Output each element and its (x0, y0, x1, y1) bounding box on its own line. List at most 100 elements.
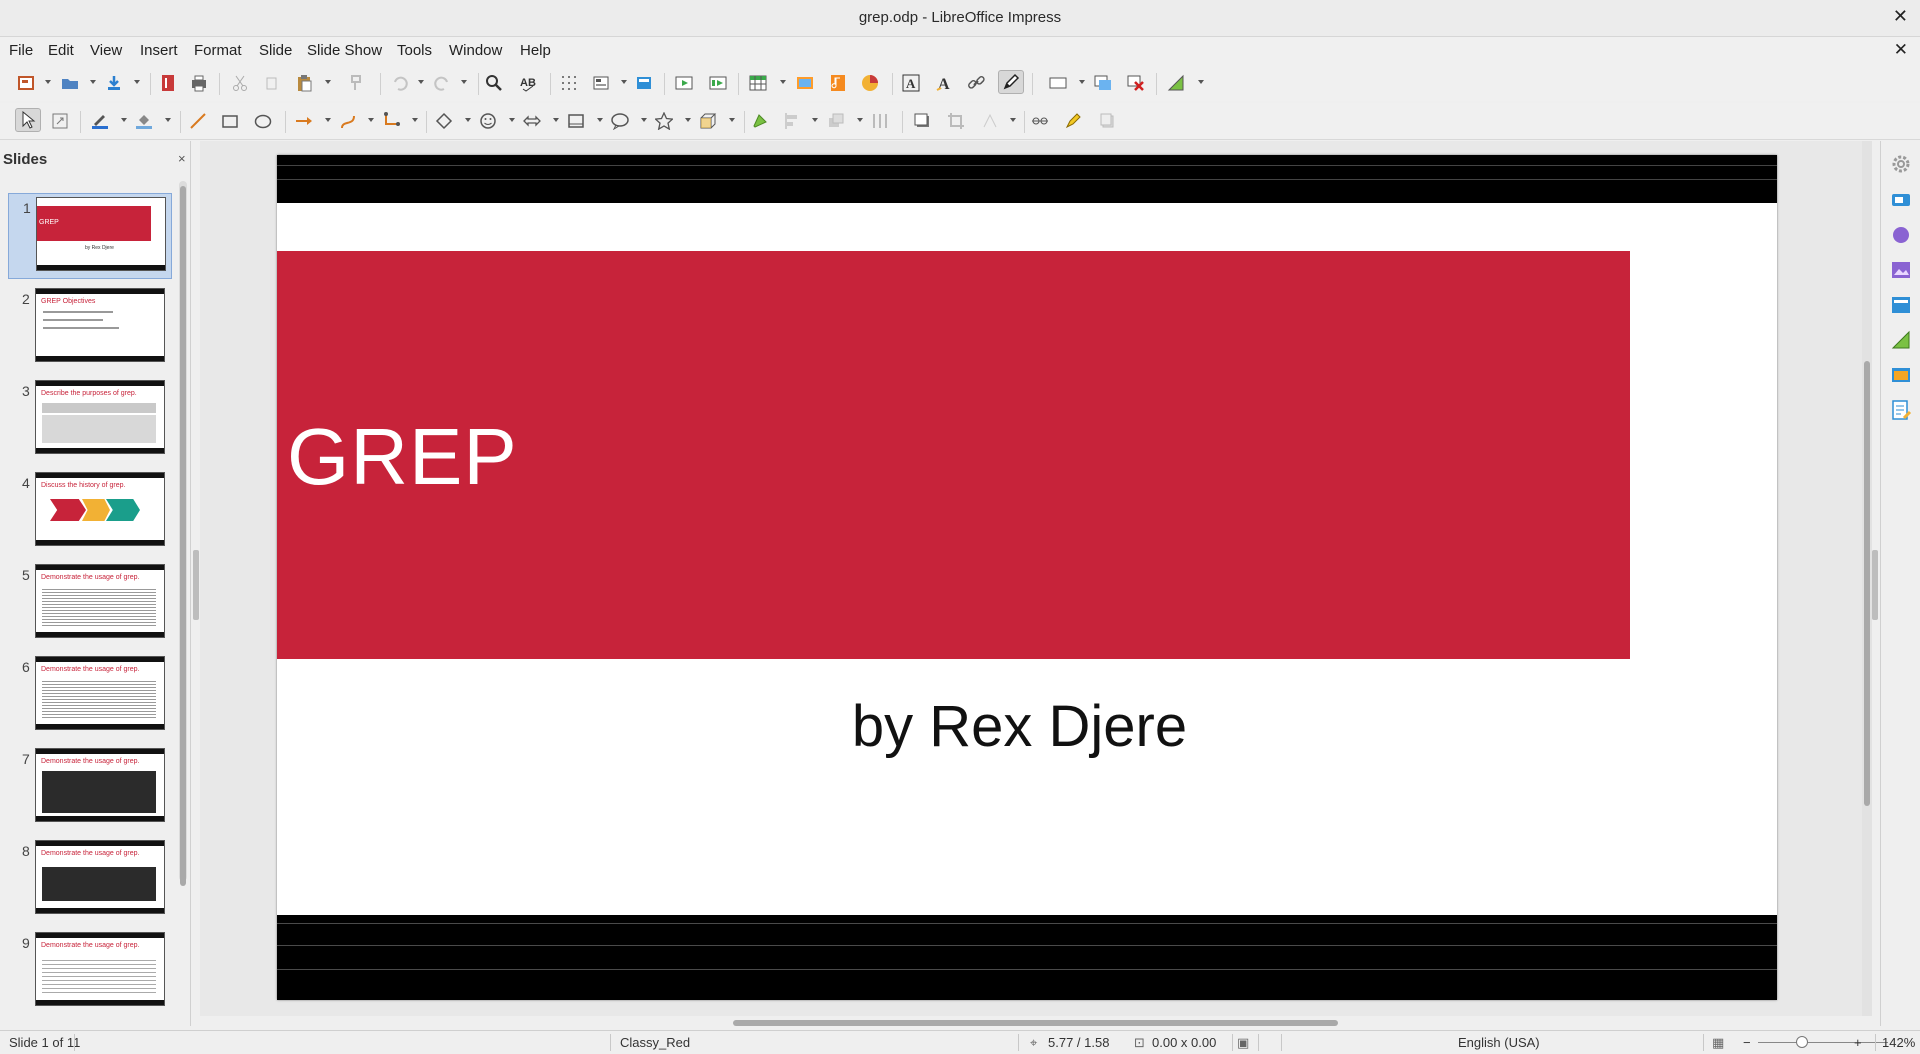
sidebar-collapse-handle[interactable] (1872, 550, 1878, 620)
audio-video-icon[interactable] (826, 72, 850, 94)
slides-pane-scrollbar[interactable] (179, 181, 187, 886)
zoom-level[interactable]: 142% (1882, 1035, 1915, 1050)
text-box-icon[interactable]: A (899, 72, 923, 94)
slide-thumb-6[interactable]: 6 Demonstrate the usage of grep. (8, 653, 170, 737)
grid-icon[interactable] (557, 72, 581, 94)
symbol-shapes-button[interactable] (476, 110, 500, 132)
shadow-icon[interactable] (910, 110, 934, 132)
image-icon[interactable] (793, 72, 817, 94)
table-icon[interactable] (746, 72, 770, 94)
zoom-pan-icon[interactable] (48, 110, 72, 132)
slide-thumb-3[interactable]: 3 Describe the purposes of grep. (8, 377, 170, 461)
menu-view[interactable]: View (90, 42, 122, 59)
slide-thumb-8[interactable]: 8 Demonstrate the usage of grep. (8, 837, 170, 921)
save-button[interactable] (102, 72, 126, 94)
slide-title[interactable]: GREP (287, 411, 518, 503)
spelling-icon[interactable]: AB (516, 72, 540, 94)
select-tool-button[interactable] (15, 108, 41, 132)
line-color-button[interactable] (88, 110, 112, 132)
slide-thumb-5[interactable]: 5 Demonstrate the usage of grep. (8, 561, 170, 645)
zoom-slider[interactable] (1758, 1042, 1888, 1043)
find-replace-icon[interactable] (482, 72, 506, 94)
stars-button[interactable] (652, 110, 676, 132)
slide-title-box[interactable]: GREP (277, 251, 1630, 659)
menu-slide-show[interactable]: Slide Show (307, 42, 382, 59)
ellipse-icon[interactable] (251, 110, 275, 132)
slide-transition-icon[interactable] (1890, 189, 1912, 211)
curves-button[interactable] (336, 110, 360, 132)
print-button[interactable] (187, 72, 211, 94)
line-icon[interactable] (186, 110, 210, 132)
start-from-first-slide-icon[interactable] (672, 72, 696, 94)
lines-arrows-button[interactable] (292, 110, 316, 132)
slides-pane-close-button[interactable]: × (178, 151, 186, 166)
callouts-button[interactable] (608, 110, 632, 132)
glue-points-icon[interactable] (1028, 110, 1052, 132)
menu-tools[interactable]: Tools (397, 42, 432, 59)
copy-icon[interactable] (260, 72, 284, 94)
animation-icon[interactable] (1890, 224, 1912, 246)
styles-icon[interactable] (1890, 294, 1912, 316)
menu-slide[interactable]: Slide (259, 42, 292, 59)
vertical-scrollbar[interactable] (1862, 141, 1872, 1016)
navigator-icon[interactable] (1890, 399, 1912, 421)
menu-edit[interactable]: Edit (48, 42, 74, 59)
open-button[interactable] (58, 72, 82, 94)
zoom-out-button[interactable]: − (1743, 1035, 1751, 1050)
menu-format[interactable]: Format (194, 42, 242, 59)
document-close-button[interactable]: ✕ (1894, 40, 1908, 60)
helplines-icon[interactable] (1164, 72, 1188, 94)
menu-file[interactable]: File (9, 42, 33, 59)
menu-insert[interactable]: Insert (140, 42, 178, 59)
redo-icon[interactable] (430, 72, 454, 94)
language-status[interactable]: English (USA) (1458, 1035, 1540, 1050)
shapes-icon[interactable] (1890, 329, 1912, 351)
menu-window[interactable]: Window (449, 42, 502, 59)
basic-shapes-button[interactable] (432, 110, 456, 132)
fontwork-icon[interactable]: A (932, 72, 956, 94)
slide-canvas[interactable]: GREP by Rex Djere (277, 155, 1777, 1000)
gallery-icon[interactable] (1890, 364, 1912, 386)
slide-thumb-9[interactable]: 9 Demonstrate the usage of grep. (8, 929, 170, 1013)
filter-icon[interactable] (978, 110, 1002, 132)
3d-objects-button[interactable] (696, 110, 720, 132)
master-slide-icon[interactable] (632, 72, 656, 94)
slides-pane-collapse-handle[interactable] (193, 550, 199, 620)
align-objects-icon[interactable] (780, 110, 804, 132)
horizontal-scrollbar[interactable] (203, 1018, 1863, 1028)
master-slide-name[interactable]: Classy_Red (620, 1035, 690, 1050)
menu-help[interactable]: Help (520, 42, 551, 59)
new-slide-icon[interactable] (1091, 72, 1115, 94)
zoom-in-button[interactable]: + (1854, 1035, 1862, 1050)
toggle-extrusion-icon[interactable] (1096, 110, 1120, 132)
master-slides-icon[interactable] (1890, 259, 1912, 281)
window-close-button[interactable]: ✕ (1893, 6, 1908, 27)
fill-color-button[interactable] (132, 110, 156, 132)
properties-gear-icon[interactable] (1890, 153, 1912, 175)
rectangle-icon[interactable] (218, 110, 242, 132)
highlight-icon[interactable] (1061, 110, 1085, 132)
slide-subtitle[interactable]: by Rex Djere (277, 693, 1762, 760)
new-document-button[interactable] (14, 72, 38, 94)
block-arrows-button[interactable] (520, 110, 544, 132)
connectors-button[interactable] (380, 110, 404, 132)
hyperlink-icon[interactable] (964, 72, 988, 94)
zoom-slider-handle[interactable] (1796, 1036, 1808, 1048)
undo-icon[interactable] (388, 72, 412, 94)
cut-icon[interactable] (228, 72, 252, 94)
paste-button[interactable] (292, 72, 316, 94)
chart-icon[interactable] (858, 72, 882, 94)
slide-thumb-2[interactable]: 2 GREP Objectives (8, 285, 170, 369)
start-from-current-slide-icon[interactable] (706, 72, 730, 94)
slide-thumb-7[interactable]: 7 Demonstrate the usage of grep. (8, 745, 170, 829)
slide-thumb-4[interactable]: 4 Discuss the history of grep. (8, 469, 170, 553)
rotate-icon[interactable] (748, 110, 772, 132)
display-grid-button[interactable] (1046, 72, 1070, 94)
arrange-icon[interactable] (824, 110, 848, 132)
document-modified-icon[interactable]: ▣ (1237, 1035, 1249, 1051)
distribute-icon[interactable] (868, 110, 892, 132)
crop-icon[interactable] (944, 110, 968, 132)
display-views-button[interactable] (589, 72, 613, 94)
fit-slide-icon[interactable]: ▦ (1712, 1035, 1724, 1051)
slide-thumb-1[interactable]: 1 GREP by Rex Djere (8, 193, 172, 279)
